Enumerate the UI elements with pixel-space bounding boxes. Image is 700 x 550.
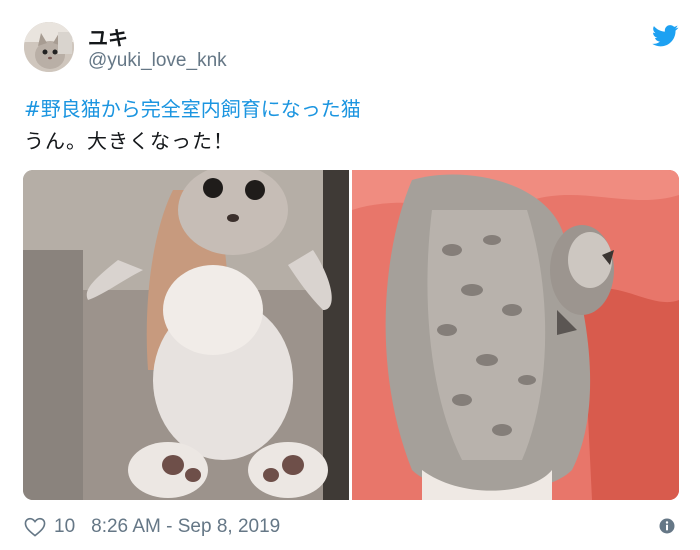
kitten-held-up-photo[interactable] [23,170,349,500]
cat-avatar-icon [24,22,74,72]
heart-icon[interactable] [24,517,46,537]
cat-sleeping-on-red-blanket-photo[interactable] [352,170,679,500]
avatar[interactable] [24,22,74,72]
hashtag-link[interactable]: #野良猫から完全室内飼育になった猫 [24,96,361,122]
display-name[interactable]: ユキ [88,22,128,51]
user-handle[interactable]: @yuki_love_knk [88,50,227,72]
twitter-bird-icon[interactable] [652,25,679,47]
tweet-text: うん。大きくなった！ [24,129,234,153]
tweet-footer: 10 8:26 AM - Sep 8, 2019 [24,514,280,540]
like-count[interactable]: 10 [54,516,75,538]
media-grid [23,170,679,500]
info-icon[interactable] [659,518,675,534]
timestamp-link[interactable]: 8:26 AM - Sep 8, 2019 [91,516,280,538]
